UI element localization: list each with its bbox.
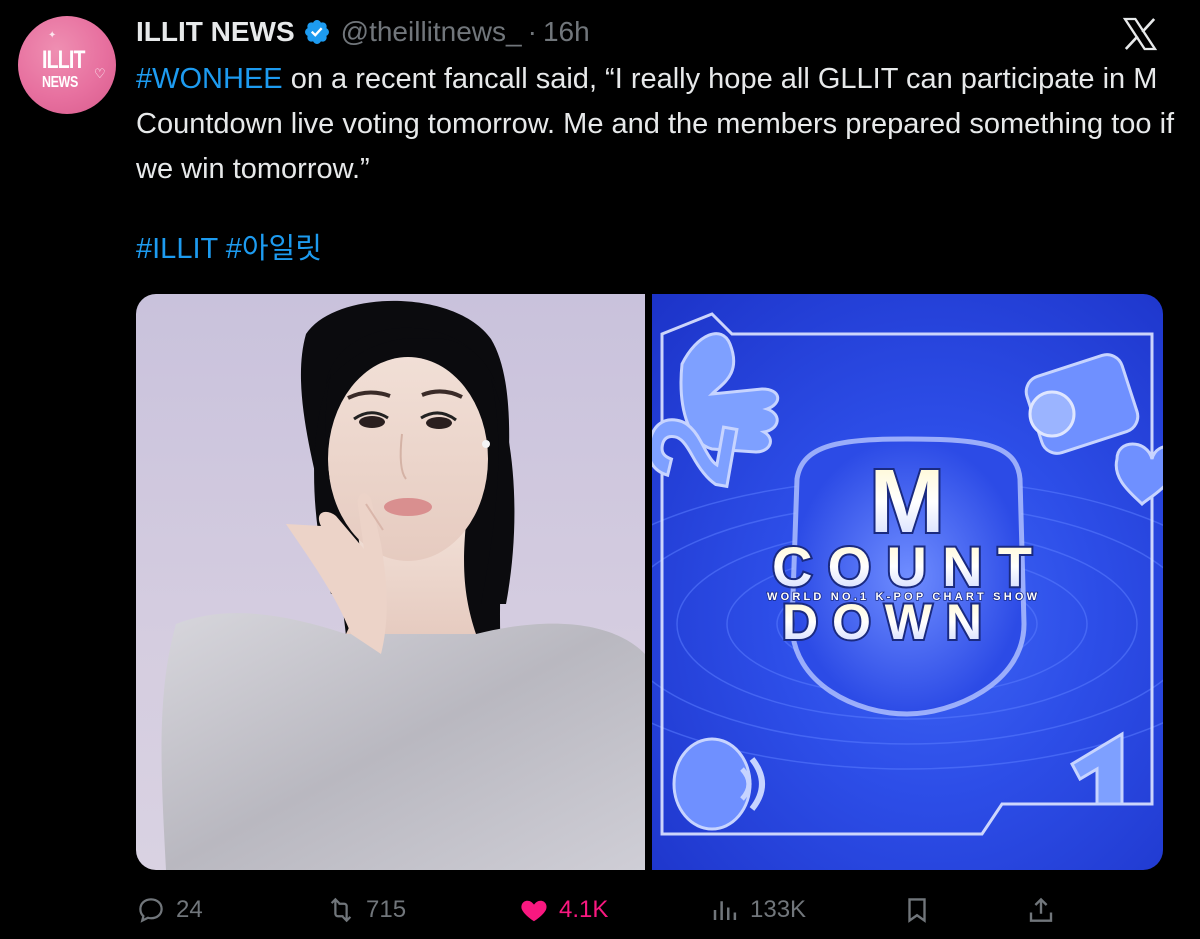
views-button[interactable]: 133K	[710, 888, 806, 932]
tweet-text: #WONHEE on a recent fancall said, “I rea…	[136, 57, 1176, 192]
mcountdown-artwork: 2 M COUNT WORLD NO.1 K-POP CHART SHOW DO…	[652, 312, 1163, 836]
avatar[interactable]: ✦ ILLIT NEWS ♡	[18, 16, 116, 114]
repost-button[interactable]: 715	[326, 888, 406, 932]
views-chart-icon	[713, 901, 737, 920]
views-count: 133K	[750, 896, 807, 923]
timestamp[interactable]: 16h	[543, 16, 590, 48]
avatar-logo-line2: NEWS	[42, 74, 78, 91]
share-icon	[1029, 897, 1053, 922]
portrait-illustration	[161, 300, 645, 870]
separator: ·	[527, 16, 537, 47]
tweet-header: ILLIT NEWS @theillitnews_ · 16h	[136, 14, 590, 50]
hashtag-line[interactable]: #ILLIT #아일릿	[136, 227, 322, 272]
photo-portrait[interactable]	[136, 294, 645, 870]
photo-mcountdown[interactable]: 2 M COUNT WORLD NO.1 K-POP CHART SHOW DO…	[652, 294, 1163, 870]
media-grid: 2 M COUNT WORLD NO.1 K-POP CHART SHOW DO…	[136, 294, 1163, 870]
reply-icon	[139, 898, 163, 923]
handle[interactable]: @theillitnews_	[341, 16, 522, 48]
reply-count: 24	[176, 896, 203, 923]
repost-icon	[330, 897, 352, 923]
hashtag-wonhee[interactable]: #WONHEE	[136, 63, 283, 95]
like-button[interactable]: 4.1K	[519, 888, 608, 932]
like-count: 4.1K	[559, 896, 609, 923]
share-button[interactable]	[1026, 888, 1056, 932]
heart-outline-icon: ♡	[94, 66, 106, 81]
tweet-body: on a recent fancall said, “I really hope…	[136, 63, 1175, 185]
sparkle-icon: ✦	[48, 30, 57, 41]
media-divider	[645, 294, 652, 870]
x-logo-icon[interactable]	[1120, 14, 1160, 54]
action-bar: 24 715 4.1K 133K	[0, 888, 1200, 932]
repost-count: 715	[366, 896, 407, 923]
bookmark-icon	[908, 898, 926, 923]
avatar-logo: ILLIT NEWS	[42, 48, 85, 91]
verified-badge-icon	[304, 20, 329, 44]
bookmark-button[interactable]	[902, 888, 932, 932]
display-name[interactable]: ILLIT NEWS	[136, 16, 295, 48]
reply-button[interactable]: 24	[136, 888, 203, 932]
avatar-logo-line1: ILLIT	[42, 46, 85, 74]
heart-filled-icon	[521, 900, 547, 922]
